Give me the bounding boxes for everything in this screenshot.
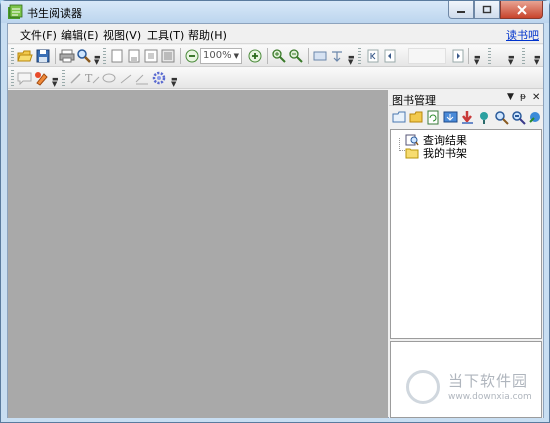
menu-help[interactable]: 帮助(H) — [188, 27, 227, 43]
annotation-toolbar: ▬ ▼ T ▬ ▼ — [8, 67, 543, 89]
menu-file[interactable]: 文件(F) — [20, 27, 57, 43]
advanced-search-icon[interactable] — [511, 110, 526, 125]
toolbar-grip[interactable] — [11, 48, 14, 64]
panel-close-icon[interactable]: ✕ — [532, 92, 540, 103]
zoom-out-icon[interactable] — [184, 48, 200, 64]
main-toolbar: ▬ ▼ 100% ▼ ▬ ▼ ▬ ▼ ▬ ▼ ▬ ▼ — [8, 45, 543, 67]
zoom-level-select[interactable]: 100% ▼ — [200, 48, 242, 64]
page-continuous-icon[interactable] — [126, 48, 142, 64]
close-button[interactable] — [500, 1, 543, 19]
tree-item-label: 我的书架 — [423, 147, 467, 160]
next-page-icon[interactable] — [450, 48, 466, 64]
new-library-icon[interactable] — [392, 110, 407, 125]
fit-width-icon[interactable] — [329, 48, 345, 64]
page-facing-icon[interactable] — [143, 48, 159, 64]
toolbar-overflow-icon[interactable]: ▬ ▼ — [94, 54, 101, 66]
magnify-plus-icon[interactable] — [271, 48, 287, 64]
panel-menu-icon[interactable]: ▼ — [507, 92, 514, 102]
search-icon[interactable] — [76, 48, 92, 64]
zoom-in-icon[interactable] — [247, 48, 263, 64]
menu-tools[interactable]: 工具(T) — [147, 27, 184, 43]
page-number-input[interactable] — [408, 48, 446, 64]
menu-view[interactable]: 视图(V) — [103, 27, 141, 43]
panel-toolbar — [389, 107, 543, 128]
library-tree: 查询结果 我的书架 — [390, 129, 542, 339]
document-viewer[interactable] — [8, 90, 388, 418]
window-title: 书生阅读器 — [27, 7, 82, 20]
magnify-minus-icon[interactable] — [288, 48, 304, 64]
highlight-pen-icon[interactable] — [34, 70, 50, 86]
fit-page-icon[interactable] — [312, 48, 328, 64]
page-single-icon[interactable] — [109, 48, 125, 64]
pencil-icon[interactable] — [68, 70, 84, 86]
refresh-icon[interactable] — [426, 110, 441, 125]
read-book-link[interactable]: 读书吧 — [506, 27, 539, 43]
text-tool-icon[interactable]: T — [84, 70, 100, 86]
line-tool-icon[interactable] — [118, 70, 134, 86]
search-result-icon — [405, 134, 419, 146]
chevron-down-icon: ▼ — [233, 52, 239, 60]
save-icon[interactable] — [35, 48, 51, 64]
maximize-icon — [482, 5, 492, 14]
download-icon[interactable] — [443, 110, 458, 125]
watermark: 当下软件园 www.downxia.com — [406, 366, 546, 416]
client-area: 文件(F) 编辑(E) 视图(V) 工具(T) 帮助(H) 读书吧 ▬ ▼ 10… — [7, 23, 544, 418]
gear-icon[interactable] — [151, 70, 167, 86]
watermark-logo-icon — [406, 370, 440, 404]
zoom-value: 100% — [203, 50, 232, 61]
watermark-url: www.downxia.com — [448, 392, 532, 402]
open-folder-icon[interactable] — [17, 48, 33, 64]
underline-icon[interactable] — [134, 70, 150, 86]
panel-title: 图书管理 — [392, 94, 436, 107]
page-thumbnail-icon[interactable] — [160, 48, 176, 64]
app-logo-icon — [8, 4, 23, 19]
find-icon[interactable] — [494, 110, 509, 125]
minimize-button[interactable] — [448, 1, 474, 19]
bookmark-icon[interactable] — [477, 110, 492, 125]
svg-text:T: T — [85, 72, 93, 85]
panel-header: 图书管理 ▼ ᵽ ✕ — [389, 90, 543, 107]
tree-item-my-bookshelf[interactable]: 我的书架 — [405, 146, 467, 160]
maximize-button[interactable] — [474, 1, 500, 19]
watermark-text: 当下软件园 — [448, 372, 529, 390]
prev-page-icon[interactable] — [382, 48, 398, 64]
menu-edit[interactable]: 编辑(E) — [61, 27, 99, 43]
title-bar[interactable]: 书生阅读器 — [1, 1, 549, 23]
import-icon[interactable] — [460, 110, 475, 125]
print-icon[interactable] — [59, 48, 75, 64]
first-page-icon[interactable] — [365, 48, 381, 64]
close-icon — [516, 4, 527, 15]
export-icon[interactable] — [527, 110, 542, 125]
pin-icon[interactable]: ᵽ — [520, 92, 526, 102]
open-folder-icon[interactable] — [409, 110, 424, 125]
folder-icon — [405, 148, 419, 159]
minimize-icon — [457, 10, 465, 13]
app-window: 书生阅读器 文件(F) 编辑(E) 视图(V) 工具(T) 帮助(H) 读书吧 — [0, 0, 550, 423]
ellipse-icon[interactable] — [101, 70, 117, 86]
note-icon[interactable] — [17, 70, 33, 86]
menu-bar: 文件(F) 编辑(E) 视图(V) 工具(T) 帮助(H) 读书吧 — [8, 24, 543, 44]
